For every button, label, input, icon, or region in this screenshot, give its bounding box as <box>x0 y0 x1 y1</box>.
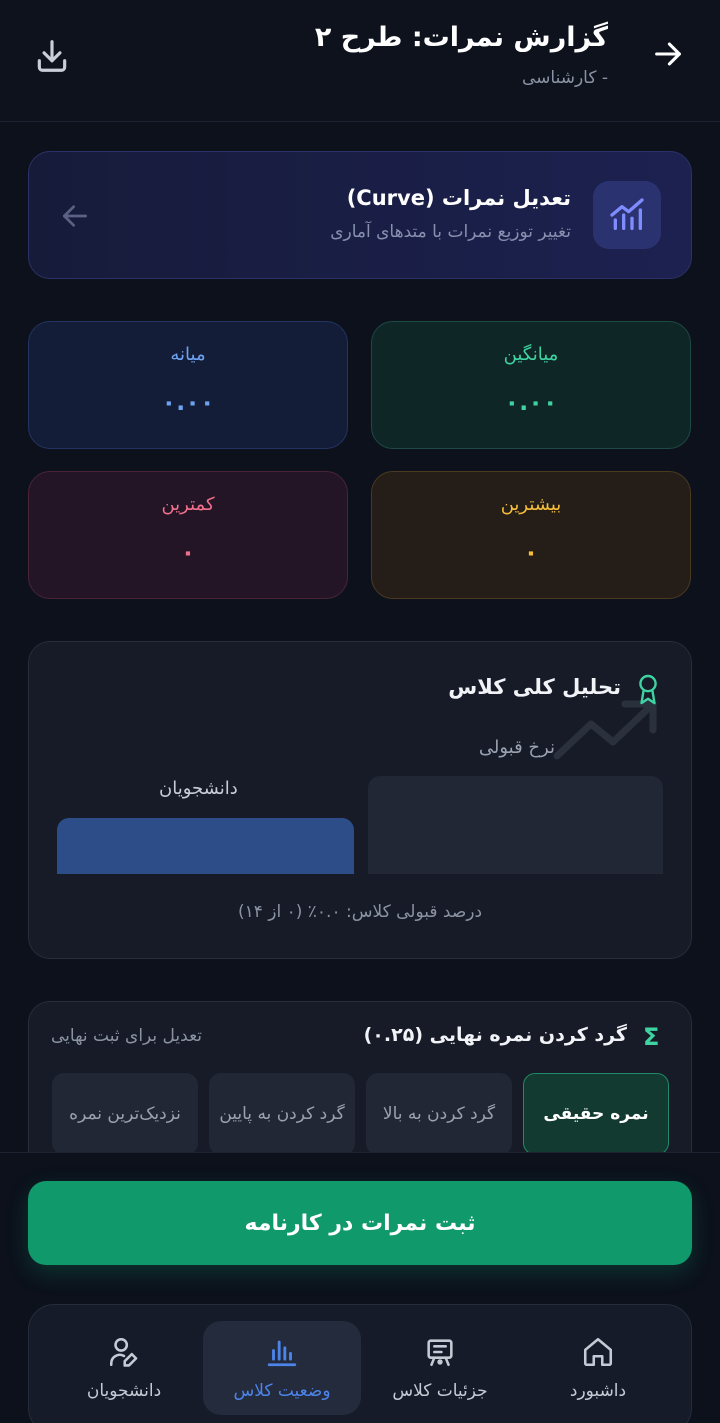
stat-value: ۰.۰۰ <box>504 388 558 416</box>
award-icon <box>635 672 661 706</box>
stat-label: میانگین <box>503 344 559 365</box>
curve-adjust-card[interactable]: تعدیل نمرات (Curve) تغییر توزیع نمرات با… <box>28 151 692 279</box>
nav-label: داشبورد <box>569 1381 627 1401</box>
app-header: گزارش نمرات: طرح ۲ - کارشناسی <box>0 0 720 122</box>
rounding-note: تعدیل برای ثبت نهایی <box>51 1026 203 1046</box>
pass-rate-summary: درصد قبولی کلاس: ۰.۰٪ (۰ از ۱۴) <box>237 902 483 922</box>
stat-label: بیشترین <box>500 494 562 515</box>
stat-value: ۰ <box>180 538 196 566</box>
submit-grades-button[interactable]: ثبت نمرات در کارنامه <box>28 1181 692 1265</box>
nav-label: دانشجویان <box>86 1381 162 1401</box>
nav-label: وضعیت کلاس <box>233 1381 331 1401</box>
sigma-icon: Σ <box>643 1023 660 1051</box>
back-arrow-icon[interactable] <box>648 34 688 74</box>
home-icon <box>519 1335 677 1369</box>
rounding-option-real[interactable]: نمره حقیقی <box>523 1073 669 1155</box>
curve-card-title: تعدیل نمرات (Curve) <box>346 186 571 210</box>
pass-rate-label: نرخ قبولی <box>478 737 555 758</box>
stat-card-max: بیشترین ۰ <box>371 471 691 599</box>
page-title: گزارش نمرات: طرح ۲ <box>314 22 608 53</box>
nav-item-dashboard[interactable]: داشبورد <box>519 1321 677 1415</box>
class-analysis-card: تحلیل کلی کلاس نرخ قبولی دانشجویان درصد … <box>28 641 692 959</box>
stat-label: میانه <box>170 344 206 365</box>
class-details-icon <box>361 1335 519 1369</box>
nav-item-class-status[interactable]: وضعیت کلاس <box>203 1321 361 1415</box>
nav-item-students[interactable]: دانشجویان <box>45 1321 203 1415</box>
bar-chart-icon <box>203 1335 361 1369</box>
download-icon[interactable] <box>30 34 74 78</box>
rounding-option-down[interactable]: گرد کردن به پایین <box>209 1073 355 1155</box>
stat-card-min: کمترین ۰ <box>28 471 348 599</box>
page-subtitle: - کارشناسی <box>522 68 608 88</box>
rounding-option-nearest[interactable]: نزدیک‌ترین نمره <box>52 1073 198 1155</box>
arrow-left-icon <box>59 200 91 232</box>
rounding-option-up[interactable]: گرد کردن به بالا <box>366 1073 512 1155</box>
nav-label: جزئیات کلاس <box>392 1381 488 1401</box>
rounding-title: گرد کردن نمره نهایی (۰.۲۵) <box>363 1024 627 1046</box>
students-label: دانشجویان <box>159 778 238 799</box>
stat-label: کمترین <box>161 494 215 515</box>
analysis-title: تحلیل کلی کلاس <box>448 675 621 699</box>
stat-value: ۰.۰۰ <box>161 388 215 416</box>
pass-rate-bar <box>368 776 663 874</box>
chart-trend-icon <box>593 181 661 249</box>
stat-card-median: میانه ۰.۰۰ <box>28 321 348 449</box>
bottom-nav: داشبورد جزئیات کلاس وضعیت کلاس دانشجویان <box>28 1304 692 1423</box>
stat-value: ۰ <box>523 538 539 566</box>
curve-card-description: تغییر توزیع نمرات با متدهای آماری <box>330 222 571 242</box>
stat-card-mean: میانگین ۰.۰۰ <box>371 321 691 449</box>
students-bar <box>57 818 354 874</box>
nav-item-class-details[interactable]: جزئیات کلاس <box>361 1321 519 1415</box>
user-edit-icon <box>45 1335 203 1369</box>
